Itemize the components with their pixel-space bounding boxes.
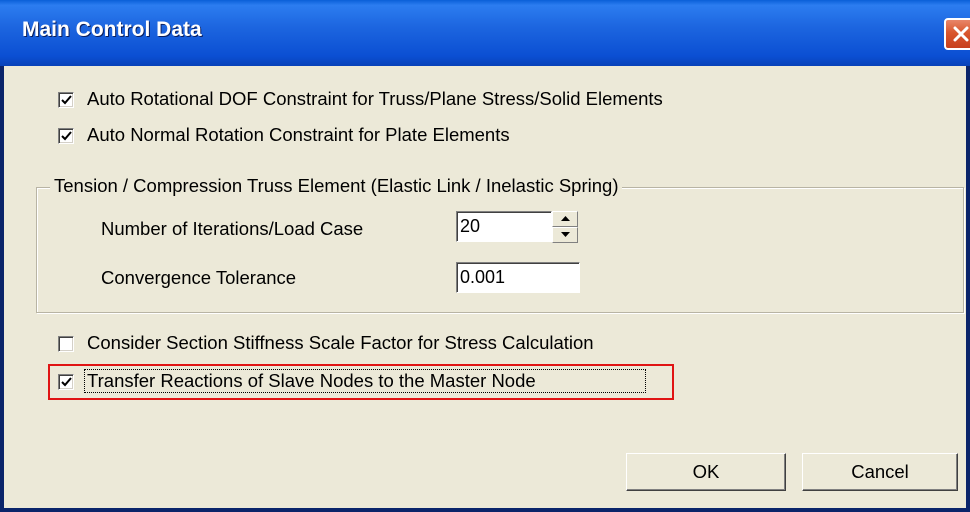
auto-normal-label[interactable]: Auto Normal Rotation Constraint for Plat… [87,124,510,146]
auto-normal-checkbox[interactable] [58,128,74,144]
arrow-down-icon [561,232,570,237]
checkmark-icon [61,95,72,105]
close-icon [953,26,969,42]
cancel-button[interactable]: Cancel [802,453,958,491]
group-legend: Tension / Compression Truss Element (Ela… [50,175,623,197]
spin-up-button[interactable] [552,211,578,227]
spin-down-button[interactable] [552,227,578,243]
auto-rotational-label[interactable]: Auto Rotational DOF Constraint for Truss… [87,88,663,110]
tension-compression-group [36,187,964,313]
tolerance-label: Convergence Tolerance [101,267,297,288]
ok-button[interactable]: OK [626,453,786,491]
section-stiffness-label[interactable]: Consider Section Stiffness Scale Factor … [87,332,594,354]
dialog-title: Main Control Data [22,18,202,41]
iterations-spinner[interactable] [552,211,578,243]
tolerance-input[interactable]: 0.001 [456,262,580,293]
iterations-label: Number of Iterations/Load Case [101,218,364,239]
main-control-data-dialog: Main Control Data Auto Rotational DOF Co… [0,0,970,512]
highlight-annotation [48,364,674,400]
title-bar[interactable]: Main Control Data [0,0,970,66]
close-button[interactable] [944,18,970,50]
arrow-up-icon [561,216,570,221]
iterations-input[interactable]: 20 [456,211,552,242]
auto-rotational-checkbox[interactable] [58,92,74,108]
dialog-client-area: Auto Rotational DOF Constraint for Truss… [4,66,966,508]
section-stiffness-checkbox[interactable] [58,336,74,352]
checkmark-icon [61,131,72,141]
